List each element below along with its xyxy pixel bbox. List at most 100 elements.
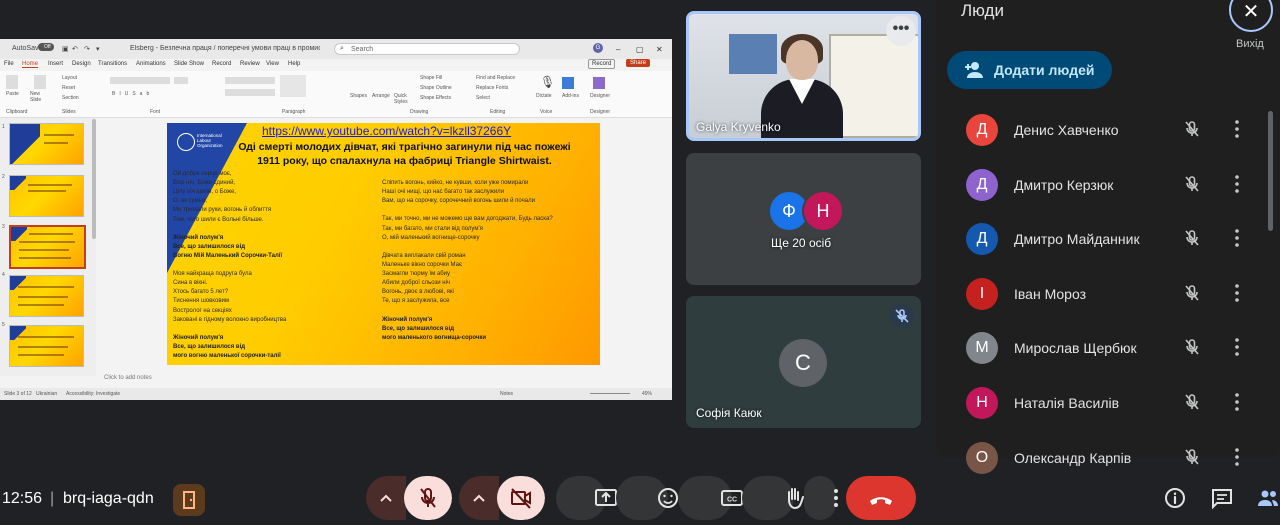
slide-thumbnail-1[interactable] — [9, 123, 84, 165]
designer-icon[interactable] — [593, 77, 605, 89]
participant-row[interactable]: М Мирослав Щербюк — [966, 327, 1266, 367]
people-icon[interactable] — [1256, 486, 1280, 510]
dictate-icon[interactable]: 🎙 — [540, 75, 555, 89]
font-format-buttons[interactable]: BIUSab — [112, 91, 153, 97]
arrange-button[interactable]: Arrange — [372, 93, 390, 99]
participant-row[interactable]: Д Дмитро Керзюк — [966, 164, 1266, 204]
list-buttons[interactable] — [225, 77, 275, 84]
shape-outline-button[interactable]: Shape Outline — [420, 85, 452, 91]
font-size-select[interactable] — [174, 77, 188, 84]
tab-design[interactable]: Design — [72, 61, 91, 67]
current-slide[interactable]: International Labour Organization https:… — [167, 123, 600, 365]
thumbnail-scrollbar[interactable] — [92, 119, 96, 239]
font-family-select[interactable] — [110, 77, 170, 84]
tab-transitions[interactable]: Transitions — [98, 61, 127, 67]
save-icon[interactable]: ▣ — [62, 45, 69, 53]
shape-fill-button[interactable]: Shape Fill — [420, 75, 442, 81]
notes-toggle[interactable]: Notes — [500, 391, 513, 397]
slide-thumbnail-2[interactable] — [9, 175, 84, 217]
present-screen-button[interactable] — [556, 476, 617, 520]
more-options-button[interactable] — [804, 476, 838, 520]
share-button[interactable]: Share — [626, 59, 651, 67]
mic-off-icon[interactable] — [1182, 447, 1202, 467]
camera-toggle-button[interactable] — [497, 476, 545, 520]
tab-slide-show[interactable]: Slide Show — [174, 61, 204, 67]
alignment-buttons[interactable] — [225, 89, 275, 96]
slide-video-link[interactable]: https://www.youtube.com/watch?v=lkzll372… — [262, 124, 511, 138]
zoom-slider[interactable] — [590, 393, 630, 394]
mic-off-icon[interactable] — [1182, 174, 1202, 194]
captions-button[interactable]: CC — [678, 476, 743, 520]
close-window-icon[interactable]: ✕ — [656, 45, 663, 54]
layout-button[interactable]: Layout — [62, 75, 77, 81]
info-icon[interactable] — [1163, 486, 1187, 510]
people-scrollbar[interactable] — [1268, 111, 1273, 231]
mic-off-icon[interactable] — [1182, 337, 1202, 357]
account-avatar[interactable]: G — [593, 43, 603, 53]
find-replace-button[interactable]: Find and Replace — [476, 75, 515, 81]
more-vert-icon[interactable] — [1232, 446, 1242, 468]
tab-file[interactable]: File — [4, 61, 14, 67]
leave-call-button[interactable] — [846, 476, 916, 520]
mic-off-icon[interactable] — [1182, 283, 1202, 303]
new-slide-icon[interactable] — [34, 75, 46, 89]
tab-help[interactable]: Help — [288, 61, 300, 67]
accessibility-status[interactable]: Accessibility: Investigate — [66, 391, 120, 397]
search-input[interactable]: Search — [334, 43, 520, 55]
maximize-icon[interactable]: ▢ — [636, 45, 644, 54]
more-vert-icon[interactable] — [1232, 391, 1242, 413]
participant-row[interactable]: Н Наталія Василів — [966, 382, 1266, 422]
tile-more-options-icon[interactable]: ••• — [886, 16, 916, 46]
slide-right-line: Так, ми точно, ми не можемо ще вам догод… — [382, 216, 553, 223]
more-vert-icon[interactable] — [1232, 118, 1242, 140]
mic-off-icon[interactable] — [1182, 119, 1202, 139]
paste-icon[interactable] — [6, 75, 18, 89]
section-button[interactable]: Section — [62, 95, 79, 101]
record-button[interactable]: Record — [588, 59, 616, 69]
participant-row[interactable]: Д Денис Хавченко — [966, 109, 1266, 149]
tab-view[interactable]: View — [266, 61, 279, 67]
participant-row[interactable]: Д Дмитро Майданник — [966, 218, 1266, 258]
camera-options-button[interactable] — [459, 476, 499, 520]
shape-effects-button[interactable]: Shape Effects — [420, 95, 451, 101]
minimize-icon[interactable]: – — [616, 45, 620, 54]
mic-off-icon[interactable] — [1182, 228, 1202, 248]
participant-avatar: Д — [966, 168, 998, 201]
redo-icon[interactable]: ↷ — [84, 45, 90, 53]
participant-row[interactable]: І Іван Мороз — [966, 273, 1266, 313]
tab-record[interactable]: Record — [212, 61, 231, 67]
customize-icon[interactable]: ▾ — [96, 45, 100, 53]
zoom-level[interactable]: 49% — [642, 391, 652, 397]
ribbon-tabs: File Home Insert Design Transitions Anim… — [0, 59, 672, 71]
more-vert-icon[interactable] — [1232, 282, 1242, 304]
tab-animations[interactable]: Animations — [136, 61, 166, 67]
tab-home[interactable]: Home — [22, 61, 39, 68]
reactions-button[interactable] — [616, 476, 678, 520]
replace-fonts-button[interactable]: Replace Fonts — [476, 85, 508, 91]
quick-styles-button[interactable]: Quick Styles — [394, 93, 412, 105]
mic-toggle-button[interactable] — [404, 476, 452, 520]
shapes-button[interactable]: Shapes — [350, 93, 367, 99]
mic-options-button[interactable] — [366, 476, 406, 520]
notes-placeholder[interactable]: Click to add notes — [104, 375, 152, 381]
slide-thumbnail-5[interactable] — [9, 325, 84, 367]
thumb-number: 3 — [2, 224, 5, 230]
tab-insert[interactable]: Insert — [48, 61, 63, 67]
chat-icon[interactable] — [1210, 486, 1234, 510]
raise-hand-button[interactable] — [742, 476, 804, 520]
undo-icon[interactable]: ↶ — [72, 45, 78, 53]
add-people-button[interactable]: Додати людей — [947, 51, 1112, 89]
participant-row[interactable]: О Олександр Карпів — [966, 437, 1266, 477]
more-vert-icon[interactable] — [1232, 227, 1242, 249]
more-vert-icon[interactable] — [1232, 173, 1242, 195]
slide-thumbnail-4[interactable] — [9, 275, 84, 317]
reset-button[interactable]: Reset — [62, 85, 75, 91]
tab-review[interactable]: Review — [240, 61, 260, 67]
more-vert-icon[interactable] — [1232, 336, 1242, 358]
slide-thumbnail-3[interactable] — [9, 225, 86, 269]
mic-off-icon[interactable] — [1182, 392, 1202, 412]
select-button[interactable]: Select — [476, 95, 490, 101]
add-ins-icon[interactable] — [562, 77, 574, 89]
activities-button[interactable] — [173, 484, 205, 516]
shapes-gallery[interactable] — [280, 75, 306, 97]
